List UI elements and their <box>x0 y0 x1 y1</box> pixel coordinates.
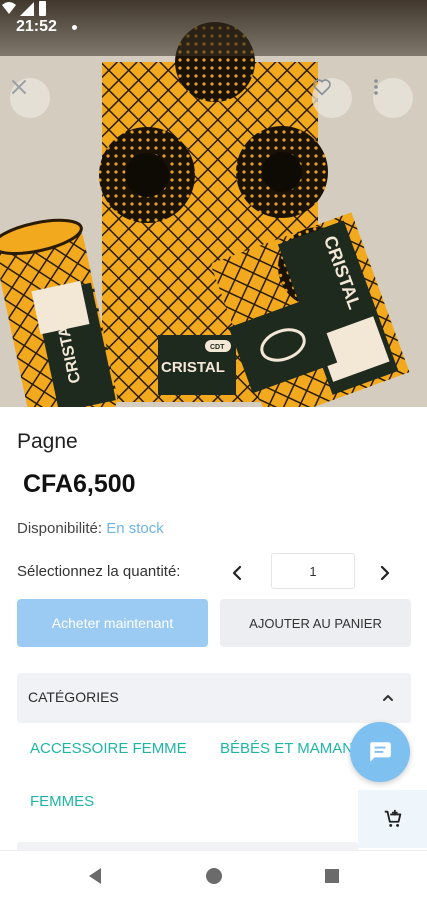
status-bar: 21:52 <box>0 0 427 56</box>
chevron-right-icon <box>380 565 390 581</box>
more-vert-icon <box>374 79 378 95</box>
nav-back-button[interactable] <box>83 864 107 888</box>
next-section-edge <box>17 842 358 850</box>
square-recents-icon <box>325 869 339 883</box>
product-screen: CRISTAL CRISTAL CDT CRISTAL 21:52 Pagne … <box>0 0 427 900</box>
chat-button[interactable] <box>350 722 410 782</box>
quantity-input[interactable] <box>271 553 355 589</box>
brand-text-front: CRISTAL <box>161 359 225 376</box>
system-nav-bar <box>0 850 427 900</box>
availability-value: En stock <box>106 520 164 537</box>
notification-dot-icon <box>72 25 77 30</box>
categories-title: CATÉGORIES <box>28 689 119 705</box>
status-time: 21:52 <box>16 18 57 35</box>
category-link-bebes-et-mamans[interactable]: BÉBÉS ET MAMANS <box>220 740 363 757</box>
buy-now-button[interactable]: Acheter maintenant <box>17 599 208 647</box>
quantity-label: Sélectionnez la quantité: <box>17 563 181 580</box>
quantity-increase-button[interactable] <box>372 560 398 586</box>
nav-recents-button[interactable] <box>320 864 344 888</box>
availability-label: Disponibilité: <box>17 520 103 537</box>
circle-home-icon <box>206 868 222 884</box>
availability: Disponibilité: En stock <box>17 520 164 537</box>
categories-header[interactable]: CATÉGORIES <box>17 673 411 723</box>
nav-home-button[interactable] <box>202 864 226 888</box>
quantity-decrease-button[interactable] <box>224 560 250 586</box>
favorite-button[interactable] <box>312 78 352 118</box>
chat-icon <box>370 742 391 762</box>
chevron-up-icon <box>383 695 393 701</box>
product-image[interactable]: CRISTAL CRISTAL CDT CRISTAL 21:52 <box>0 0 427 407</box>
add-shopping-cart-icon <box>384 809 401 827</box>
more-options-button[interactable] <box>373 78 413 118</box>
category-link-accessoire-femme[interactable]: ACCESSOIRE FEMME <box>30 740 187 757</box>
heart-outline-icon <box>313 79 331 96</box>
add-to-cart-button[interactable]: AJOUTER AU PANIER <box>220 599 411 647</box>
triangle-back-icon <box>89 868 101 884</box>
fabric-photo: CRISTAL CRISTAL CDT CRISTAL <box>0 0 427 407</box>
monogram-text: CDT <box>210 344 225 351</box>
chevron-left-icon <box>232 565 242 581</box>
close-button[interactable] <box>10 78 50 118</box>
category-link-femmes[interactable]: FEMMES <box>30 793 94 810</box>
close-icon <box>12 80 26 94</box>
product-price: CFA6,500 <box>23 470 136 498</box>
signal-battery-icons <box>2 1 46 16</box>
cart-shortcut-button[interactable] <box>358 790 427 848</box>
product-title: Pagne <box>17 430 78 453</box>
